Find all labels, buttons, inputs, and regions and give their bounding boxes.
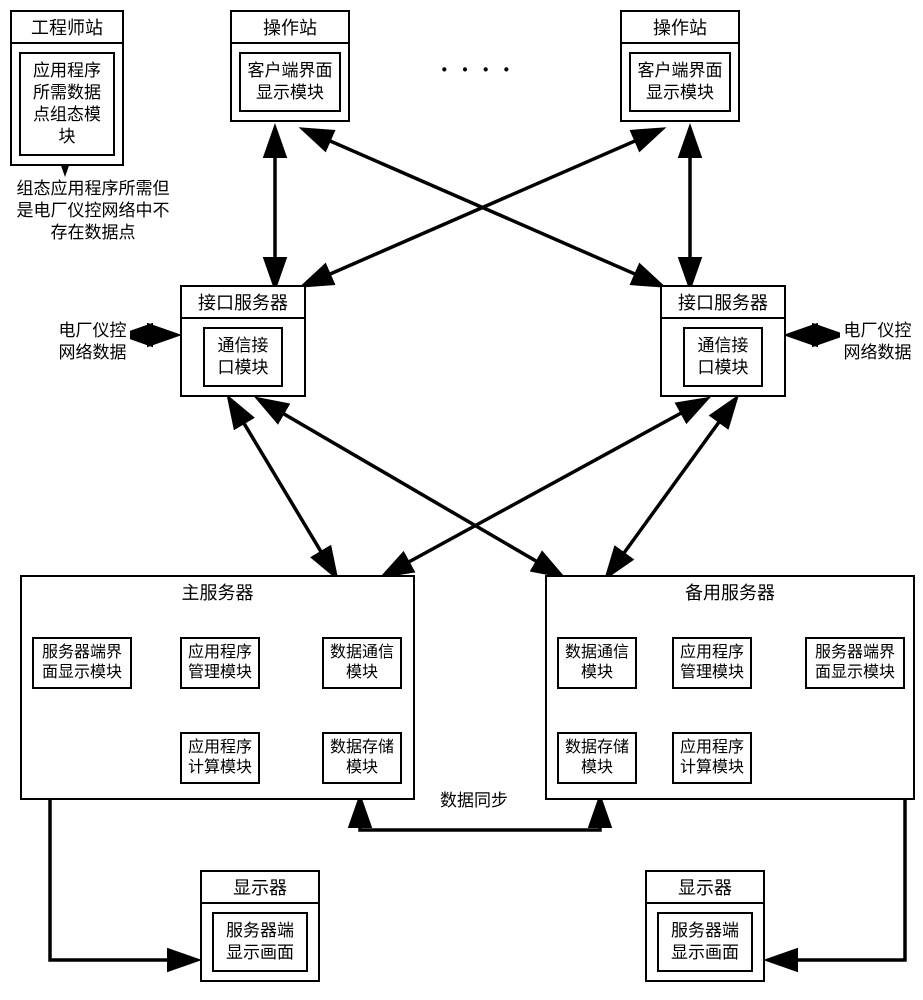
app-calc-module: 应用程序计算模块 [672, 732, 752, 784]
data-store-module: 数据存储模块 [322, 732, 402, 784]
interface-server-title: 接口服务器 [182, 287, 304, 319]
interface-left-annotation: 电厂仪控网络数据 [55, 320, 130, 364]
op-station-right: 操作站 客户端界面显示模块 [620, 10, 740, 122]
engineer-station-title: 工程师站 [12, 12, 122, 44]
display-title: 显示器 [202, 872, 318, 904]
interface-right-annotation: 电厂仪控网络数据 [840, 320, 915, 364]
data-sync-label: 数据同步 [440, 790, 508, 812]
server-ui-module: 服务器端界面显示模块 [32, 637, 132, 689]
interface-server-title: 接口服务器 [662, 287, 784, 319]
engineer-config-module: 应用程序所需数据点组态模块 [19, 52, 115, 156]
client-ui-module: 客户端界面显示模块 [239, 52, 341, 112]
interface-server-right: 接口服务器 通信接口模块 [660, 285, 786, 397]
app-mgmt-module: 应用程序管理模块 [672, 637, 752, 689]
server-display-screen: 服务器端显示画面 [212, 912, 308, 972]
interface-server-left: 接口服务器 通信接口模块 [180, 285, 306, 397]
display-left: 显示器 服务器端显示画面 [200, 870, 320, 982]
main-server: 主服务器 服务器端界面显示模块 应用程序管理模块 数据通信模块 应用程序计算模块… [20, 575, 415, 800]
engineer-station: 工程师站 应用程序所需数据点组态模块 [10, 10, 124, 166]
op-station-title: 操作站 [232, 12, 348, 44]
data-comm-module: 数据通信模块 [322, 637, 402, 689]
comm-interface-module: 通信接口模块 [203, 327, 283, 387]
op-station-left: 操作站 客户端界面显示模块 [230, 10, 350, 122]
backup-server-title: 备用服务器 [547, 575, 913, 609]
connectors [0, 0, 923, 1000]
comm-interface-module: 通信接口模块 [683, 327, 763, 387]
client-ui-module: 客户端界面显示模块 [629, 52, 731, 112]
display-title: 显示器 [647, 872, 763, 904]
main-server-title: 主服务器 [22, 575, 413, 609]
data-store-module: 数据存储模块 [557, 732, 637, 784]
data-comm-module: 数据通信模块 [557, 637, 637, 689]
server-display-screen: 服务器端显示画面 [657, 912, 753, 972]
ellipsis-dots: ···· [440, 55, 523, 85]
server-ui-module: 服务器端界面显示模块 [805, 637, 905, 689]
app-calc-module: 应用程序计算模块 [180, 732, 260, 784]
display-right: 显示器 服务器端显示画面 [645, 870, 765, 982]
op-station-title: 操作站 [622, 12, 738, 44]
app-mgmt-module: 应用程序管理模块 [180, 637, 260, 689]
engineer-annotation: 组态应用程序所需但是电厂仪控网络中不存在数据点 [15, 178, 171, 244]
backup-server: 备用服务器 数据通信模块 应用程序管理模块 服务器端界面显示模块 数据存储模块 … [545, 575, 915, 800]
